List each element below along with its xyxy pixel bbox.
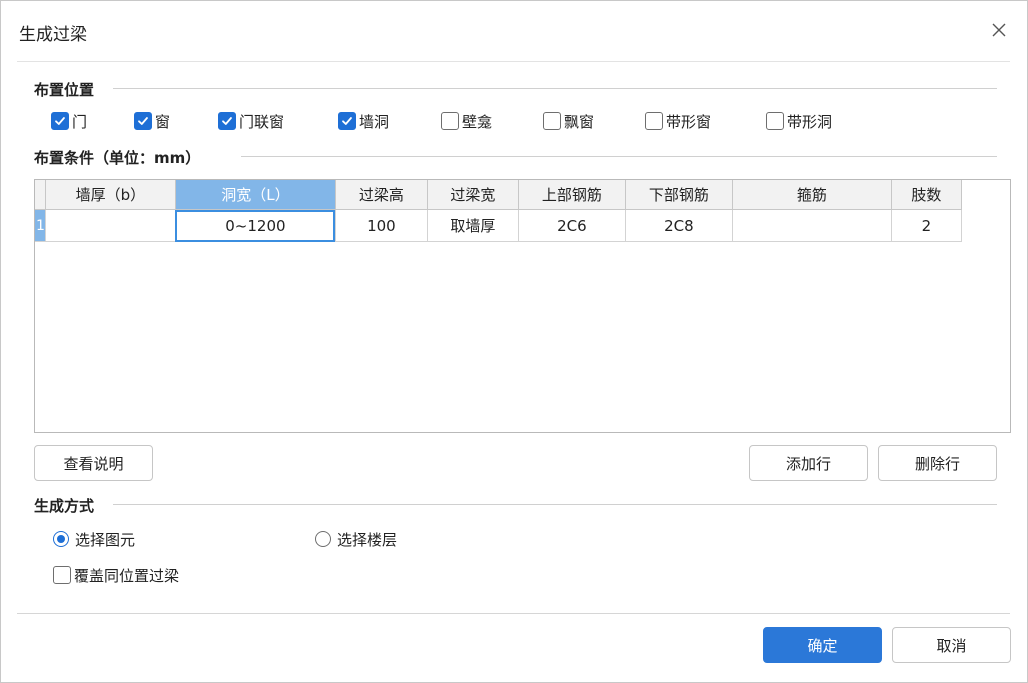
table-header-row: 墙厚（b） 洞宽（L） 过梁高 过梁宽 上部钢筋 下部钢筋 箍筋 肢数 [35,180,962,210]
radio-select-element[interactable]: 选择图元 [53,529,135,549]
checkbox-label: 墙洞 [359,112,390,131]
checkbox-box [218,112,236,130]
checkbox-wall-opening[interactable]: 墙洞 [338,110,389,132]
placement-section-label: 布置位置 [34,81,95,99]
close-button[interactable] [987,18,1011,42]
checkbox-label: 壁龛 [462,112,493,131]
cell-bottom-rebar[interactable]: 2C8 [625,209,733,242]
cell-lintel-height[interactable]: 100 [335,209,428,242]
column-header[interactable]: 箍筋 [732,180,892,210]
checkbox-box [51,112,69,130]
column-header[interactable]: 洞宽（L） [175,180,336,210]
checkbox-box [766,112,784,130]
close-icon [992,23,1006,37]
column-header[interactable]: 过梁宽 [427,180,519,210]
placement-section-rule [113,88,997,89]
footer-divider [17,613,1010,614]
checkbox-box [134,112,152,130]
checkmark-icon [55,117,65,125]
conditions-section-rule [241,156,997,157]
radio-label: 选择楼层 [337,530,398,549]
checkbox-box [645,112,663,130]
checkmark-icon [222,117,232,125]
checkbox-label: 带形洞 [787,112,833,131]
cell-legs[interactable]: 2 [891,209,962,242]
checkbox-label: 门联窗 [239,112,285,131]
radio-circle [53,531,69,547]
radio-select-floor[interactable]: 选择楼层 [315,529,397,549]
checkbox-bay-window[interactable]: 飘窗 [543,110,594,132]
checkbox-box [543,112,561,130]
cell-top-rebar[interactable]: 2C6 [518,209,626,242]
column-header[interactable]: 肢数 [891,180,962,210]
checkmark-icon [342,117,352,125]
checkbox-strip-opening[interactable]: 带形洞 [766,110,832,132]
conditions-section-label: 布置条件（单位：mm） [34,149,201,167]
row-number-header [35,180,46,210]
dialog-title: 生成过梁 [19,25,87,45]
checkbox-box [53,566,71,584]
column-header[interactable]: 上部钢筋 [518,180,626,210]
generate-section-rule [113,504,997,505]
checkmark-icon [138,117,148,125]
column-header[interactable]: 下部钢筋 [625,180,733,210]
title-divider [17,61,1010,62]
row-number[interactable]: 1 [35,209,46,242]
checkbox-box [338,112,356,130]
checkbox-label: 飘窗 [564,112,595,131]
checkbox-niche[interactable]: 壁龛 [441,110,492,132]
table-row[interactable]: 1 0~1200 100 取墙厚 2C6 2C8 2 [35,209,962,242]
conditions-table[interactable]: 墙厚（b） 洞宽（L） 过梁高 过梁宽 上部钢筋 下部钢筋 箍筋 肢数 1 0~… [34,179,1011,433]
checkbox-door-window[interactable]: 门联窗 [218,110,284,132]
checkbox-label: 带形窗 [666,112,712,131]
generate-lintel-dialog: 生成过梁 布置位置 门 窗 门联窗 墙洞 壁龛 飘窗 带形窗 带形洞 布置条件（… [0,0,1028,683]
radio-label: 选择图元 [75,530,136,549]
cancel-button[interactable]: 取消 [892,627,1011,663]
cell-wall-thickness[interactable] [45,209,176,242]
conditions-grid: 墙厚（b） 洞宽（L） 过梁高 过梁宽 上部钢筋 下部钢筋 箍筋 肢数 1 0~… [35,180,962,242]
checkbox-label: 覆盖同位置过梁 [74,566,180,585]
checkbox-label: 窗 [155,112,171,131]
ok-button[interactable]: 确定 [763,627,882,663]
cell-stirrup[interactable] [732,209,892,242]
cell-lintel-width[interactable]: 取墙厚 [427,209,519,242]
radio-circle [315,531,331,547]
cell-opening-width[interactable]: 0~1200 [175,209,336,242]
column-header[interactable]: 过梁高 [335,180,428,210]
radio-dot [57,535,65,543]
column-header[interactable]: 墙厚（b） [45,180,176,210]
checkbox-strip-window[interactable]: 带形窗 [645,110,711,132]
checkbox-box [441,112,459,130]
checkbox-door[interactable]: 门 [51,110,87,132]
checkbox-overwrite[interactable]: 覆盖同位置过梁 [53,564,179,586]
delete-row-button[interactable]: 删除行 [878,445,997,481]
checkbox-window[interactable]: 窗 [134,110,170,132]
checkbox-label: 门 [72,112,88,131]
add-row-button[interactable]: 添加行 [749,445,868,481]
view-help-button[interactable]: 查看说明 [34,445,153,481]
generate-section-label: 生成方式 [34,497,95,515]
